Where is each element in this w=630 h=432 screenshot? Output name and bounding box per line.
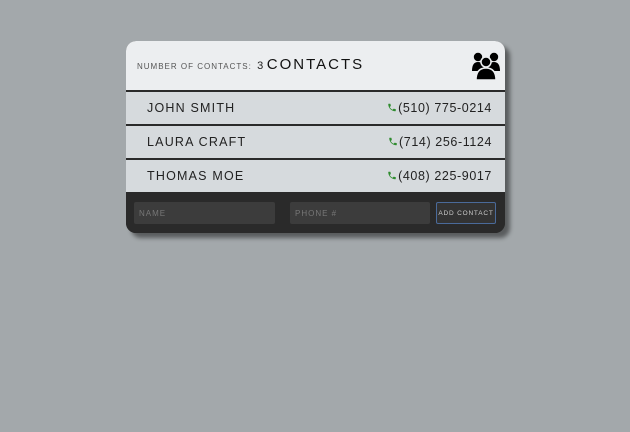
name-input[interactable] (134, 202, 275, 224)
contact-list: JOHN SMITH (510) 775-0214 LAURA CRAFT (7… (126, 90, 505, 192)
card-header: NUMBER OF CONTACTS: 3 CONTACTS (126, 41, 505, 90)
add-contact-form: ADD CONTACT (126, 192, 505, 233)
contact-phone: (408) 225-9017 (388, 169, 492, 183)
add-contact-button[interactable]: ADD CONTACT (436, 202, 496, 224)
contact-phone-text: (714) 256-1124 (399, 135, 492, 149)
phone-icon (388, 171, 396, 180)
contact-phone: (510) 775-0214 (388, 101, 492, 115)
contact-row[interactable]: THOMAS MOE (408) 225-9017 (126, 160, 505, 192)
phone-icon (389, 137, 397, 146)
users-group-icon (472, 52, 500, 80)
contact-phone-text: (408) 225-9017 (398, 169, 492, 183)
contact-name: LAURA CRAFT (147, 135, 247, 149)
contact-row[interactable]: LAURA CRAFT (714) 256-1124 (126, 126, 505, 158)
contact-phone: (714) 256-1124 (389, 135, 492, 149)
contact-phone-text: (510) 775-0214 (398, 101, 492, 115)
contacts-card: NUMBER OF CONTACTS: 3 CONTACTS JOHN SMIT… (126, 41, 505, 233)
phone-icon (388, 103, 396, 112)
contact-row[interactable]: JOHN SMITH (510) 775-0214 (126, 92, 505, 124)
contact-name: THOMAS MOE (147, 169, 245, 183)
phone-input[interactable] (290, 202, 430, 224)
contact-name: JOHN SMITH (147, 101, 236, 115)
page-title: CONTACTS (266, 56, 365, 73)
